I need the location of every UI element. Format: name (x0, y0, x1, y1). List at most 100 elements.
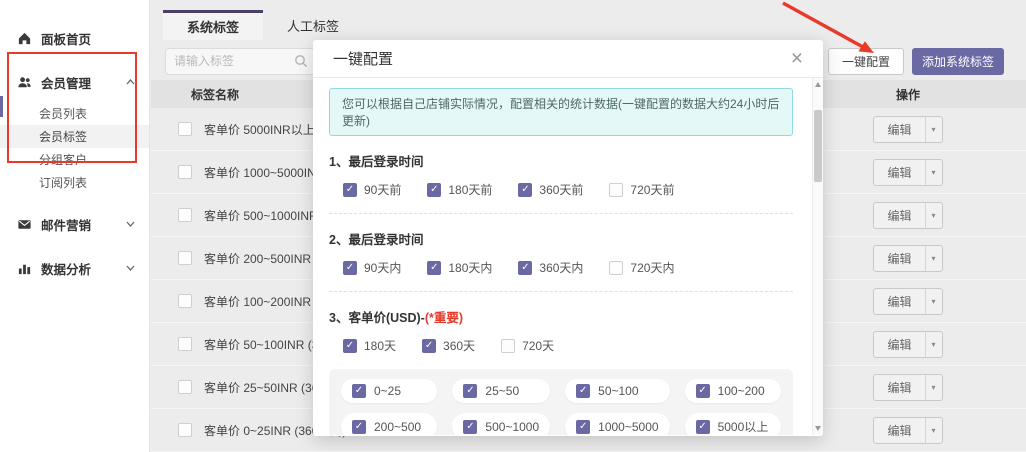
row-checkbox[interactable]: ✓ (178, 423, 192, 437)
option-720d[interactable]: ✓720天 (501, 337, 554, 354)
edit-split-button[interactable]: 编辑▾ (873, 202, 942, 229)
sidebar-item-members[interactable]: 会员管理 (0, 66, 149, 98)
search-icon[interactable] (294, 54, 308, 68)
close-icon[interactable]: × (791, 48, 803, 69)
checkbox[interactable]: ✓ (463, 420, 477, 434)
dropdown-caret-icon[interactable]: ▾ (925, 289, 942, 314)
row-checkbox[interactable]: ✓ (178, 294, 192, 308)
sidebar-item-label: 数据分析 (41, 259, 91, 278)
checkbox[interactable]: ✓ (427, 183, 441, 197)
option-180d[interactable]: ✓180天 (343, 337, 396, 354)
scroll-down-icon[interactable] (815, 426, 821, 431)
checkbox[interactable]: ✓ (501, 339, 515, 353)
option-180d-within[interactable]: ✓180天内 (427, 259, 492, 276)
chevron-down-icon (126, 265, 135, 271)
edit-split-button[interactable]: 编辑▾ (873, 374, 942, 401)
checkbox[interactable]: ✓ (609, 183, 623, 197)
edit-button[interactable]: 编辑 (874, 203, 924, 228)
range-0-25[interactable]: ✓0~25 (341, 379, 437, 403)
add-system-tag-button[interactable]: 添加系统标签 (912, 48, 1004, 75)
sidebar-subitem-subscribe-list[interactable]: 订阅列表 (0, 171, 149, 194)
checkbox[interactable]: ✓ (343, 261, 357, 275)
scroll-up-icon[interactable] (815, 82, 821, 87)
range-100-200[interactable]: ✓100~200 (685, 379, 781, 403)
sidebar-item-label: 会员管理 (41, 73, 91, 92)
range-25-50[interactable]: ✓25~50 (452, 379, 550, 403)
sidebar-item-dashboard[interactable]: 面板首页 (0, 22, 149, 54)
checkbox[interactable]: ✓ (343, 339, 357, 353)
checkbox[interactable]: ✓ (696, 384, 710, 398)
dropdown-caret-icon[interactable]: ▾ (925, 332, 942, 357)
row-checkbox[interactable]: ✓ (178, 165, 192, 179)
option-360d-within[interactable]: ✓360天内 (518, 259, 583, 276)
dropdown-caret-icon[interactable]: ▾ (925, 418, 942, 443)
search-input[interactable] (165, 48, 315, 75)
checkbox[interactable]: ✓ (696, 420, 710, 434)
edit-split-button[interactable]: 编辑▾ (873, 288, 942, 315)
checkbox[interactable]: ✓ (576, 384, 590, 398)
checkbox[interactable]: ✓ (352, 384, 366, 398)
dropdown-caret-icon[interactable]: ▾ (925, 375, 942, 400)
range-500-1000[interactable]: ✓500~1000 (452, 413, 550, 435)
dropdown-caret-icon[interactable]: ▾ (925, 203, 942, 228)
option-90d-within[interactable]: ✓90天内 (343, 259, 401, 276)
option-360d-before[interactable]: ✓360天前 (518, 181, 583, 198)
edit-split-button[interactable]: 编辑▾ (873, 245, 942, 272)
row-checkbox[interactable]: ✓ (178, 251, 192, 265)
option-360d[interactable]: ✓360天 (422, 337, 475, 354)
edit-button[interactable]: 编辑 (874, 160, 924, 185)
option-180d-before[interactable]: ✓180天前 (427, 181, 492, 198)
edit-split-button[interactable]: 编辑▾ (873, 417, 942, 444)
check-icon: ✓ (698, 422, 706, 432)
sidebar-item-label: 面板首页 (41, 29, 91, 48)
option-group: ✓90天内 ✓180天内 ✓360天内 ✓720天内 (329, 259, 793, 276)
option-90d-before[interactable]: ✓90天前 (343, 181, 401, 198)
check-icon: ✓ (521, 263, 529, 273)
sidebar-item-data-analysis[interactable]: 数据分析 (0, 252, 149, 284)
checkbox[interactable]: ✓ (518, 183, 532, 197)
checkbox[interactable]: ✓ (609, 261, 623, 275)
check-icon: ✓ (579, 386, 587, 396)
option-720d-within[interactable]: ✓720天内 (609, 259, 674, 276)
checkbox[interactable]: ✓ (352, 420, 366, 434)
row-checkbox[interactable]: ✓ (178, 380, 192, 394)
range-200-500[interactable]: ✓200~500 (341, 413, 437, 435)
edit-button[interactable]: 编辑 (874, 375, 924, 400)
edit-split-button[interactable]: 编辑▾ (873, 331, 942, 358)
tab-system-tags[interactable]: 系统标签 (163, 10, 263, 40)
edit-button[interactable]: 编辑 (874, 117, 924, 142)
dropdown-caret-icon[interactable]: ▾ (925, 160, 942, 185)
edit-button[interactable]: 编辑 (874, 246, 924, 271)
dropdown-caret-icon[interactable]: ▾ (925, 117, 942, 142)
check-icon: ✓ (346, 185, 354, 195)
check-icon: ✓ (698, 386, 706, 396)
scrollbar-thumb[interactable] (814, 110, 822, 182)
checkbox[interactable]: ✓ (422, 339, 436, 353)
range-5000-plus[interactable]: ✓5000以上 (685, 413, 781, 435)
range-1000-5000[interactable]: ✓1000~5000 (565, 413, 669, 435)
sidebar-subitem-member-tags[interactable]: 会员标签 (0, 125, 149, 148)
option-720d-before[interactable]: ✓720天前 (609, 181, 674, 198)
edit-split-button[interactable]: 编辑▾ (873, 159, 942, 186)
row-checkbox[interactable]: ✓ (178, 208, 192, 222)
checkbox[interactable]: ✓ (343, 183, 357, 197)
modal-scrollbar[interactable] (812, 78, 823, 435)
edit-button[interactable]: 编辑 (874, 289, 924, 314)
row-checkbox[interactable]: ✓ (178, 337, 192, 351)
sidebar-item-email-marketing[interactable]: 邮件营销 (0, 208, 149, 240)
checkbox[interactable]: ✓ (463, 384, 477, 398)
dropdown-caret-icon[interactable]: ▾ (925, 246, 942, 271)
sidebar-subitem-group-customers[interactable]: 分组客户 (0, 148, 149, 171)
tab-manual-tags[interactable]: 人工标签 (263, 10, 363, 40)
row-checkbox[interactable]: ✓ (178, 122, 192, 136)
quick-config-button[interactable]: 一键配置 (828, 48, 904, 75)
edit-button[interactable]: 编辑 (874, 418, 924, 443)
checkbox[interactable]: ✓ (576, 420, 590, 434)
checkbox[interactable]: ✓ (518, 261, 532, 275)
sidebar-subitem-member-list[interactable]: 会员列表 (0, 102, 149, 125)
quick-config-modal: 一键配置 × 您可以根据自己店铺实际情况，配置相关的统计数据(一键配置的数据大约… (313, 40, 823, 436)
range-50-100[interactable]: ✓50~100 (565, 379, 669, 403)
edit-split-button[interactable]: 编辑▾ (873, 116, 942, 143)
edit-button[interactable]: 编辑 (874, 332, 924, 357)
checkbox[interactable]: ✓ (427, 261, 441, 275)
